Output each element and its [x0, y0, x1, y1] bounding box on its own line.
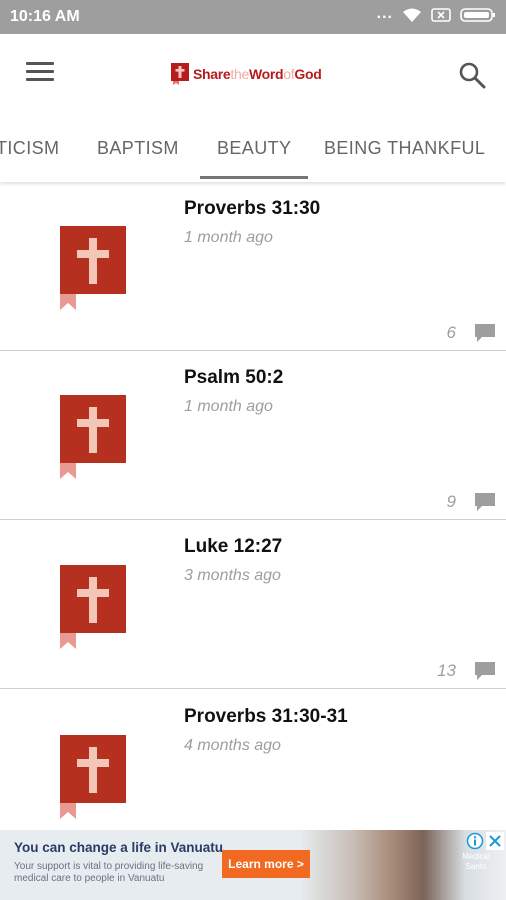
post-title: Psalm 50:2 [184, 367, 284, 388]
ad-info-icon[interactable] [466, 832, 484, 850]
comment-icon[interactable] [474, 492, 496, 512]
ad-banner[interactable]: You can change a life in Vanuatu Your su… [0, 830, 506, 900]
post-title: Luke 12:27 [184, 536, 283, 557]
post-title: Proverbs 31:30 [184, 198, 321, 219]
comment-count: 13 [437, 661, 456, 680]
tab-indicator [200, 176, 308, 179]
ad-sponsor-logo: Medical Santo [462, 852, 490, 871]
more-dots-icon: ... [376, 5, 393, 22]
list-item[interactable]: Proverbs 31:30 1 month ago 6 [0, 182, 506, 351]
tab-being-thankful[interactable]: BEING THANKFUL [324, 138, 485, 159]
post-time: 4 months ago [184, 737, 281, 754]
post-title: Proverbs 31:30-31 [184, 706, 348, 727]
list-item[interactable]: Psalm 50:2 1 month ago 9 [0, 351, 506, 520]
app-bar: SharetheWordofGod [0, 34, 506, 114]
ad-body: Your support is vital to providing life-… [14, 861, 204, 884]
logo-text: SharetheWordofGod [193, 66, 322, 82]
comment-count: 6 [446, 323, 456, 342]
post-list: Proverbs 31:30 1 month ago 6 Psalm 50:2 … [0, 182, 506, 830]
cross-bookmark-icon [60, 395, 126, 479]
ad-learn-more-button[interactable]: Learn more > [222, 850, 310, 878]
comment-icon[interactable] [474, 661, 496, 681]
list-item[interactable]: Luke 12:27 3 months ago 13 [0, 520, 506, 689]
cross-bookmark-icon [60, 735, 126, 819]
ad-close-icon[interactable] [486, 832, 504, 850]
post-time: 1 month ago [184, 398, 273, 415]
tab-baptism[interactable]: BAPTISM [97, 138, 179, 159]
app-logo: SharetheWordofGod [171, 62, 322, 86]
ad-headline: You can change a life in Vanuatu [14, 840, 224, 855]
post-time: 1 month ago [184, 229, 273, 246]
comment-icon[interactable] [474, 323, 496, 343]
list-item[interactable]: Proverbs 31:30-31 4 months ago [0, 689, 506, 830]
post-time: 3 months ago [184, 567, 281, 584]
comment-count: 9 [446, 492, 456, 511]
status-time: 10:16 AM [10, 8, 80, 25]
menu-icon[interactable] [26, 62, 54, 84]
cross-bookmark-icon [60, 565, 126, 649]
cross-bookmark-icon [60, 226, 126, 310]
wifi-icon [403, 8, 421, 22]
cross-bookmark-icon [171, 63, 189, 85]
tab-asceticism[interactable]: TICISM [0, 138, 59, 159]
status-bar: 10:16 AM ... [0, 0, 506, 34]
sim-icon [431, 8, 451, 22]
battery-icon [460, 8, 495, 22]
category-tabs: TICISM BAPTISM BEAUTY BEING THANKFUL [0, 114, 506, 182]
status-icons: ... [376, 5, 496, 23]
search-icon[interactable] [458, 61, 486, 89]
tab-beauty[interactable]: BEAUTY [217, 138, 291, 159]
